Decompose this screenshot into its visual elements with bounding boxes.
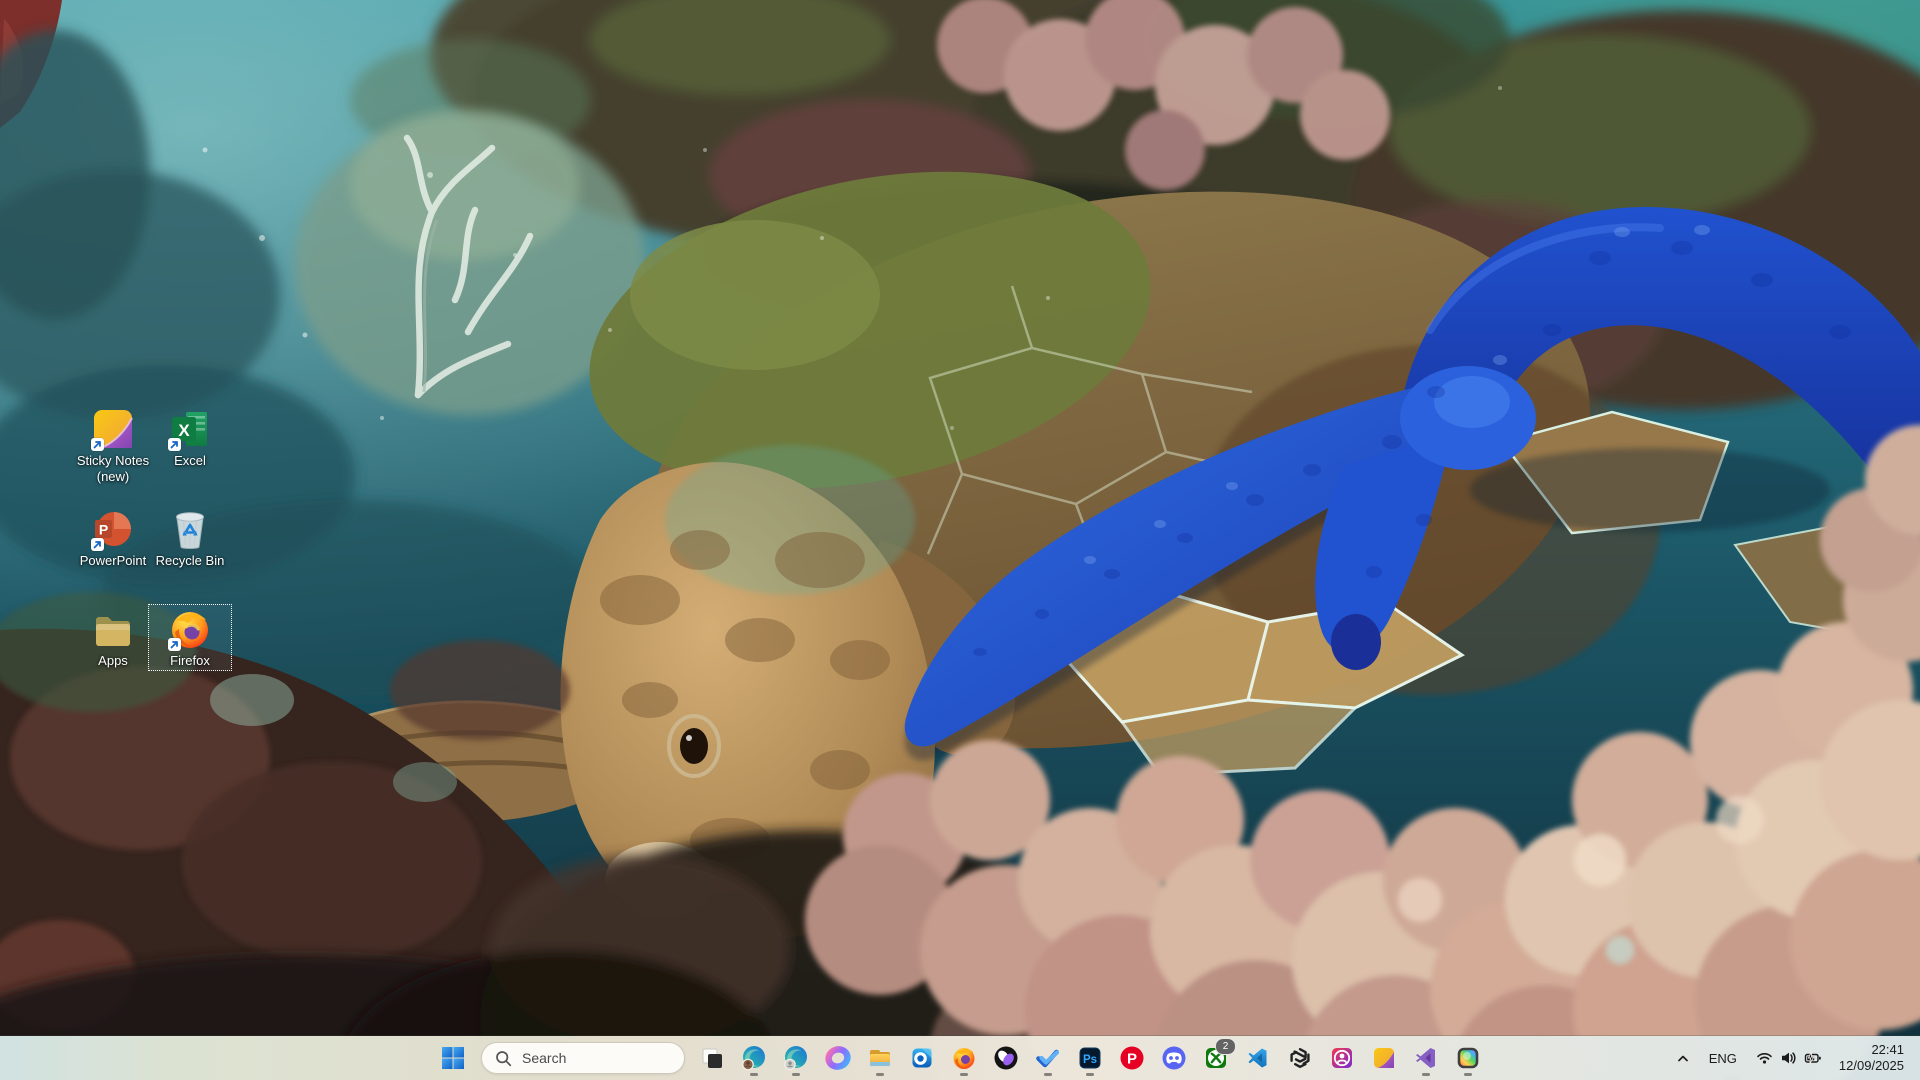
visual-studio-icon [1413,1045,1439,1071]
edge-icon [783,1045,809,1071]
running-indicator [1086,1073,1094,1076]
running-indicator [1044,1073,1052,1076]
svg-text:Ps: Ps [1083,1054,1097,1066]
taskbar-edge-profile-2[interactable] [775,1038,817,1078]
clock-date: 12/09/2025 [1839,1058,1904,1074]
desktop-icon-label: Recycle Bin [156,553,225,569]
running-indicator [960,1073,968,1076]
system-tray: ENG [1669,1036,1920,1080]
tray-status-button[interactable] [1749,1040,1829,1076]
person-avatar-icon [1329,1045,1355,1071]
start-button[interactable] [431,1038,475,1078]
taskbar-xbox[interactable]: 2 [1195,1038,1237,1078]
photoshop-icon: Ps [1077,1045,1103,1071]
shortcut-arrow-icon [168,638,181,651]
recycle-bin-icon [168,507,212,551]
desktop-icon-sticky-notes[interactable]: Sticky Notes (new) [71,404,155,486]
running-indicator [750,1073,758,1076]
desktop-icon-label: PowerPoint [80,553,146,569]
volume-icon [1780,1050,1797,1066]
apps-folder-icon [91,607,135,651]
taskbar-search-box[interactable] [481,1042,685,1074]
tray-overflow-button[interactable] [1669,1040,1697,1076]
shortcut-arrow-icon [91,438,104,451]
taskbar-copilot[interactable] [817,1038,859,1078]
running-indicator [876,1073,884,1076]
taskbar-firefox[interactable] [943,1038,985,1078]
taskbar-microsoft-to-do[interactable] [1027,1038,1069,1078]
battery-charging-icon [1804,1050,1822,1066]
windows-logo-icon [441,1046,465,1070]
copilot-icon [825,1045,851,1071]
notification-badge: 2 [1215,1038,1236,1055]
chatgpt-icon [1287,1045,1313,1071]
task-view-icon [699,1045,725,1071]
taskbar-photoshop[interactable]: Ps [1069,1038,1111,1078]
running-indicator [792,1073,800,1076]
sticky-notes-icon [1371,1045,1397,1071]
search-icon [495,1050,512,1067]
desktop-icon-label: Firefox [170,653,210,669]
desktop-icon-powerpoint[interactable]: P PowerPoint [71,504,155,571]
taskbar-center-group: Ps P [431,1036,1489,1080]
taskbar-clipchamp[interactable] [985,1038,1027,1078]
desktop-icon-recycle-bin[interactable]: Recycle Bin [148,504,232,571]
taskbar-outlook[interactable] [901,1038,943,1078]
discord-icon [1161,1045,1187,1071]
search-input[interactable] [520,1049,674,1067]
svg-text:P: P [1127,1051,1137,1068]
tray-clock-button[interactable]: 22:41 12/09/2025 [1831,1040,1908,1076]
svg-text:X: X [178,421,190,440]
desktop-icon-label: Apps [98,653,128,669]
taskbar: Ps P [0,1036,1920,1080]
taskbar-discord[interactable] [1153,1038,1195,1078]
vscode-icon [1245,1045,1271,1071]
turtle-eye [680,728,708,764]
desktop-icon-apps[interactable]: Apps [71,604,155,671]
desktop-icon-firefox[interactable]: Firefox [148,604,232,671]
tray-language-button[interactable]: ENG [1699,1040,1747,1076]
taskbar-file-explorer[interactable] [859,1038,901,1078]
svg-text:P: P [99,522,108,538]
taskbar-people-app[interactable] [1321,1038,1363,1078]
wifi-icon [1756,1050,1773,1066]
color-gradient-app-icon [1455,1045,1481,1071]
taskbar-pinterest[interactable]: P [1111,1038,1153,1078]
taskbar-sticky-notes[interactable] [1363,1038,1405,1078]
chevron-up-icon [1674,1050,1692,1067]
firefox-icon [951,1045,977,1071]
wallpaper-art [0,0,1920,1080]
language-label: ENG [1709,1051,1737,1066]
shortcut-arrow-icon [168,438,181,451]
pinterest-icon: P [1119,1045,1145,1071]
edge-icon [741,1045,767,1071]
file-explorer-icon [867,1045,893,1071]
running-indicator [1422,1073,1430,1076]
to-do-check-icon [1035,1045,1061,1071]
desktop[interactable]: Sticky Notes (new) X Excel P [0,0,1920,1080]
taskbar-visual-studio[interactable] [1405,1038,1447,1078]
taskbar-vscode[interactable] [1237,1038,1279,1078]
running-indicator [1464,1073,1472,1076]
clock-time: 22:41 [1871,1042,1904,1058]
outlook-icon [909,1045,935,1071]
taskbar-chatgpt[interactable] [1279,1038,1321,1078]
desktop-icon-label: Excel [174,453,206,469]
desktop-icon-label: Sticky Notes (new) [72,453,154,484]
task-view-button[interactable] [691,1038,733,1078]
clipchamp-icon [993,1045,1019,1071]
shortcut-arrow-icon [91,538,104,551]
taskbar-color-app[interactable] [1447,1038,1489,1078]
taskbar-edge-profile-1[interactable] [733,1038,775,1078]
desktop-icon-excel[interactable]: X Excel [148,404,232,471]
